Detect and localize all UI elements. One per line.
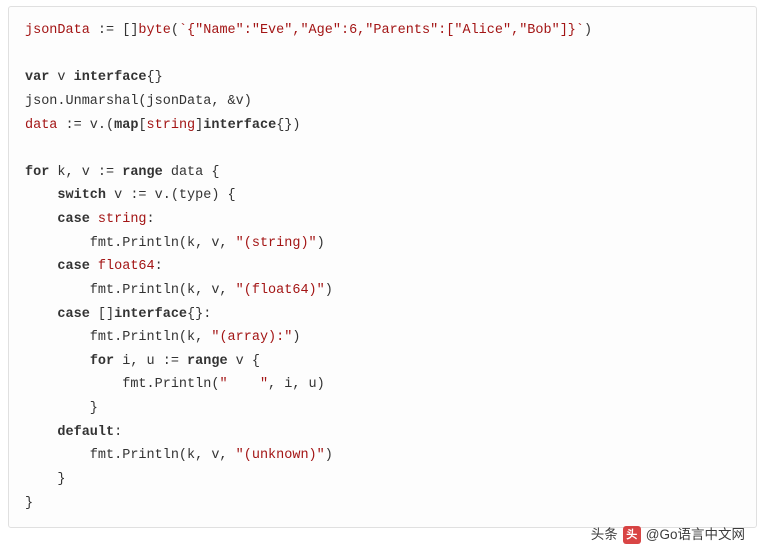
code-line: data := v.(map[string]interface{}) bbox=[25, 118, 301, 133]
code-line: fmt.Println(k, v, "(string)") bbox=[25, 236, 325, 251]
keyword: switch bbox=[57, 188, 106, 203]
code-line: for i, u := range v { bbox=[25, 354, 260, 369]
code-line: fmt.Println(k, "(array):") bbox=[25, 330, 300, 345]
keyword: case bbox=[57, 307, 89, 322]
type: byte bbox=[138, 23, 170, 38]
code-line: fmt.Println(" ", i, u) bbox=[25, 377, 325, 392]
code-line: case float64: bbox=[25, 259, 163, 274]
code-line: json.Unmarshal(jsonData, &v) bbox=[25, 94, 252, 109]
keyword: interface bbox=[114, 307, 187, 322]
code-line: } bbox=[25, 472, 66, 487]
toutiao-icon: 头 bbox=[623, 526, 641, 544]
string-literal: "(string)" bbox=[236, 236, 317, 251]
string-literal: "(float64)" bbox=[236, 283, 325, 298]
code-line: case string: bbox=[25, 212, 155, 227]
keyword: case bbox=[57, 259, 89, 274]
code-line: var v interface{} bbox=[25, 70, 163, 85]
code-line: for k, v := range data { bbox=[25, 165, 219, 180]
var-name: jsonData bbox=[25, 23, 90, 38]
type: string bbox=[147, 118, 196, 133]
keyword: case bbox=[57, 212, 89, 227]
type: float64 bbox=[98, 259, 155, 274]
watermark: 头条 头 @Go语言中文网 bbox=[591, 523, 745, 547]
code-line: jsonData := []byte(`{"Name":"Eve","Age":… bbox=[25, 23, 592, 38]
keyword: map bbox=[114, 118, 138, 133]
code-line: case []interface{}: bbox=[25, 307, 211, 322]
watermark-prefix: 头条 bbox=[591, 523, 618, 547]
keyword: var bbox=[25, 70, 49, 85]
string-literal: "(array):" bbox=[211, 330, 292, 345]
var-name: data bbox=[25, 118, 57, 133]
code-line: switch v := v.(type) { bbox=[25, 188, 236, 203]
code-line: default: bbox=[25, 425, 122, 440]
watermark-handle: @Go语言中文网 bbox=[646, 523, 745, 547]
code-line: } bbox=[25, 496, 33, 511]
code-line: fmt.Println(k, v, "(unknown)") bbox=[25, 448, 333, 463]
keyword: for bbox=[25, 165, 49, 180]
code-line: } bbox=[25, 401, 98, 416]
keyword: range bbox=[187, 354, 228, 369]
keyword: for bbox=[90, 354, 114, 369]
code-line: fmt.Println(k, v, "(float64)") bbox=[25, 283, 333, 298]
keyword: range bbox=[122, 165, 163, 180]
string-literal: " " bbox=[219, 377, 268, 392]
keyword: interface bbox=[74, 70, 147, 85]
string-literal: "(unknown)" bbox=[236, 448, 325, 463]
keyword: default bbox=[57, 425, 114, 440]
code-block: jsonData := []byte(`{"Name":"Eve","Age":… bbox=[8, 6, 757, 528]
type: string bbox=[98, 212, 147, 227]
keyword: interface bbox=[203, 118, 276, 133]
string-literal: `{"Name":"Eve","Age":6,"Parents":["Alice… bbox=[179, 23, 584, 38]
